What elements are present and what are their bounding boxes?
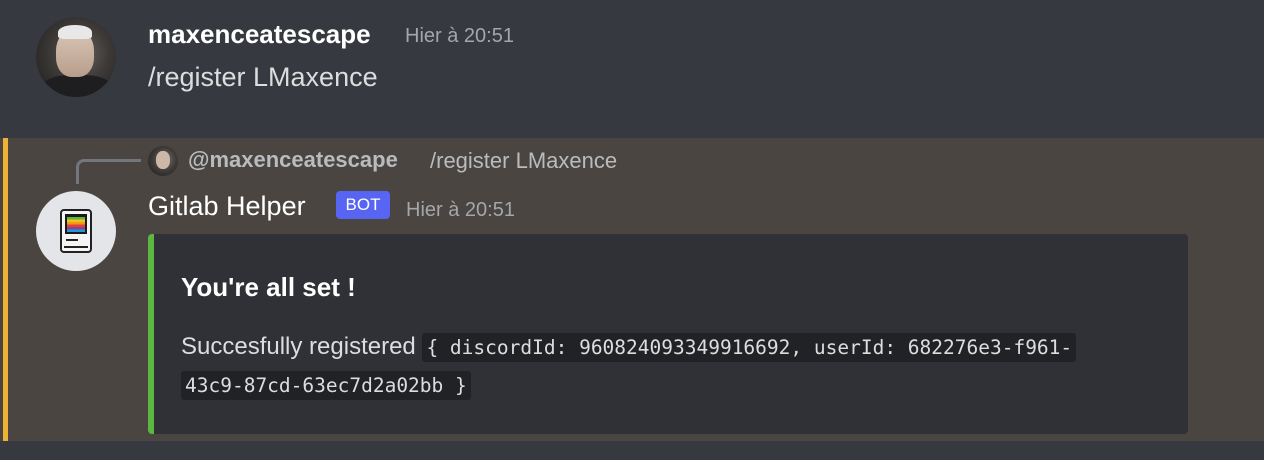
message-bot: @maxenceatescape /register LMaxence Gitl… xyxy=(0,138,1264,441)
computer-icon xyxy=(60,209,92,253)
message-timestamp[interactable]: Hier à 20:51 xyxy=(405,25,514,48)
message-user: maxenceatescape Hier à 20:51 /register L… xyxy=(0,0,1264,118)
embed-description: Succesfully registered { discordId: 9608… xyxy=(181,328,1081,404)
message-content: /register LMaxence xyxy=(148,62,378,92)
reply-content[interactable]: /register LMaxence xyxy=(430,148,617,174)
reply-connector xyxy=(76,159,141,184)
bot-username[interactable]: Gitlab Helper xyxy=(148,191,306,222)
bot-message-timestamp[interactable]: Hier à 20:51 xyxy=(406,199,515,222)
message-list-background xyxy=(0,441,1264,460)
embed-title: You're all set ! xyxy=(181,272,356,302)
user-avatar[interactable] xyxy=(36,17,116,97)
embed: You're all set ! Succesfully registered … xyxy=(148,234,1188,434)
mention-highlight-bar xyxy=(3,138,8,441)
embed-description-text: Succesfully registered xyxy=(181,333,416,360)
message-username[interactable]: maxenceatescape xyxy=(148,19,371,50)
bot-badge: BOT xyxy=(336,191,390,219)
reply-avatar[interactable] xyxy=(148,146,178,176)
reply-mention[interactable]: @maxenceatescape xyxy=(188,147,398,173)
bot-avatar[interactable] xyxy=(36,191,116,271)
